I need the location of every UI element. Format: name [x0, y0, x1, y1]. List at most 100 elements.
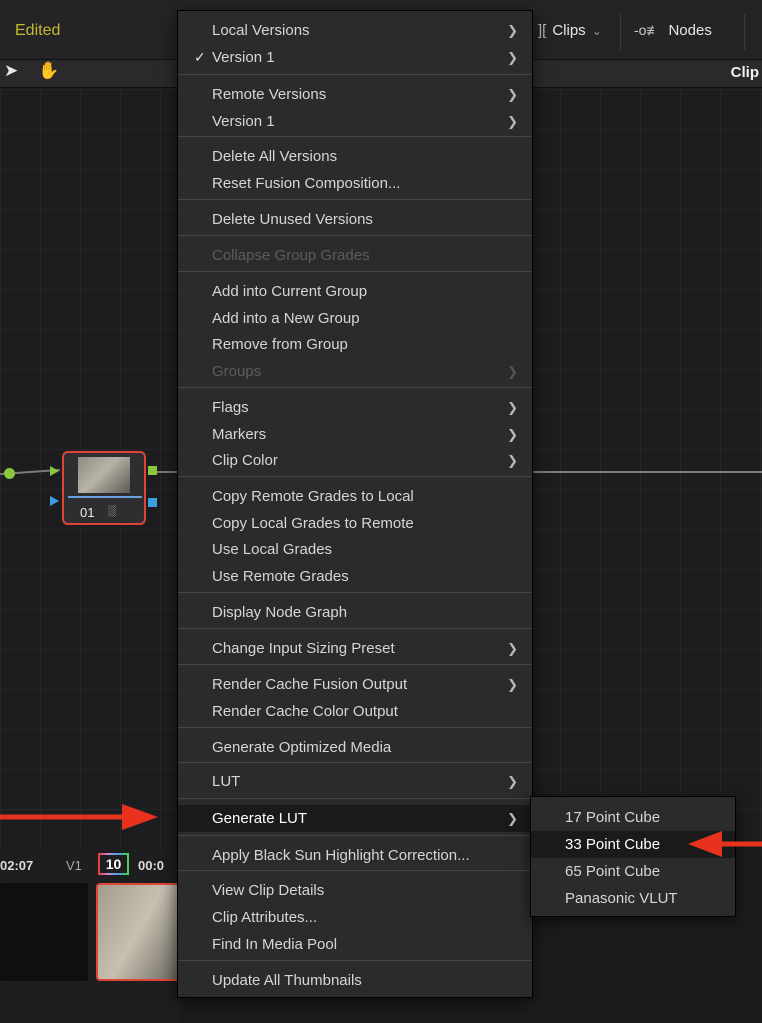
menu-item-display-node-graph[interactable]: Display Node Graph	[178, 599, 532, 626]
menu-separator	[178, 798, 532, 799]
clip-thumbnail[interactable]	[0, 883, 88, 981]
node-output-connection	[533, 471, 762, 473]
clips-dropdown-button[interactable]: ][Clips ⌄	[538, 22, 602, 39]
clips-label: Clips	[552, 22, 586, 39]
menu-item-label: Clip Color	[212, 452, 278, 469]
edited-status: Edited	[15, 22, 61, 39]
menu-item-render-cache-color-output[interactable]: Render Cache Color Output	[178, 698, 532, 725]
menu-item-copy-local-grades-to-remote[interactable]: Copy Local Grades to Remote	[178, 510, 532, 537]
corrector-node[interactable]: 01 ░	[62, 451, 146, 525]
menu-item-label: Update All Thumbnails	[212, 972, 362, 989]
menu-item-label: Copy Local Grades to Remote	[212, 515, 414, 532]
menu-item-label: View Clip Details	[212, 882, 325, 899]
source-port-icon[interactable]	[4, 468, 15, 479]
rgb-output-icon[interactable]	[148, 466, 157, 475]
chevron-right-icon: ❯	[507, 400, 518, 415]
menu-item-version-1[interactable]: Version 1 ❯	[178, 108, 532, 135]
clip-number-badge: 10	[98, 853, 129, 875]
nodes-button[interactable]: -o≢ Nodes	[634, 22, 712, 39]
menu-separator	[178, 387, 532, 388]
menu-item-lut[interactable]: LUT ❯	[178, 768, 532, 795]
menu-item-label: Use Remote Grades	[212, 568, 349, 585]
toolbar-divider	[744, 14, 745, 50]
menu-item-label: Clip Attributes...	[212, 909, 318, 926]
selected-clip-thumbnail[interactable]	[96, 883, 180, 981]
submenu-item-65-point-cube[interactable]: 65 Point Cube	[531, 858, 735, 885]
menu-item-groups: Groups ❯	[178, 358, 532, 385]
key-output-icon[interactable]	[148, 498, 157, 507]
menu-item-label: Groups	[212, 363, 262, 380]
menu-item-label: Generate LUT	[212, 810, 308, 827]
menu-separator	[178, 835, 532, 836]
menu-item-label: Display Node Graph	[212, 604, 348, 621]
track-label: V1	[66, 858, 82, 873]
toolbar-divider	[620, 14, 621, 50]
menu-item-clip-attributes[interactable]: Clip Attributes...	[178, 904, 532, 931]
chevron-right-icon: ❯	[507, 23, 518, 38]
menu-item-use-local-grades[interactable]: Use Local Grades	[178, 536, 532, 563]
menu-item-add-into-current-group[interactable]: Add into Current Group	[178, 278, 532, 305]
menu-item-collapse-group-grades: Collapse Group Grades	[178, 242, 532, 269]
key-input-icon[interactable]	[50, 496, 59, 506]
menu-item-reset-fusion-composition[interactable]: Reset Fusion Composition...	[178, 170, 532, 197]
chevron-right-icon: ❯	[507, 453, 518, 468]
menu-item-add-into-a-new-group[interactable]: Add into a New Group	[178, 305, 532, 332]
clip-mode-label[interactable]: Clip	[731, 64, 759, 81]
menu-item-label: Version 1	[212, 49, 275, 66]
nodes-icon: -o≢	[634, 22, 661, 38]
menu-item-use-remote-grades[interactable]: Use Remote Grades	[178, 563, 532, 590]
menu-item-flags[interactable]: Flags ❯	[178, 394, 532, 421]
menu-item-generate-lut[interactable]: Generate LUT ❯	[178, 805, 532, 832]
menu-item-label: Local Versions	[212, 22, 310, 39]
menu-item-remove-from-group[interactable]: Remove from Group	[178, 331, 532, 358]
menu-item-label: Version 1	[212, 113, 275, 130]
menu-item-label: Render Cache Fusion Output	[212, 676, 408, 693]
clip-timecode: 02:07	[0, 858, 34, 873]
menu-item-remote-versions[interactable]: Remote Versions ❯	[178, 81, 532, 108]
menu-item-apply-black-sun-highlight-correction[interactable]: Apply Black Sun Highlight Correction...	[178, 842, 532, 869]
chevron-down-icon: ⌄	[591, 24, 602, 38]
submenu-item-17-point-cube[interactable]: 17 Point Cube	[531, 804, 735, 831]
menu-item-label: Collapse Group Grades	[212, 247, 370, 264]
menu-item-delete-all-versions[interactable]: Delete All Versions	[178, 143, 532, 170]
menu-item-find-in-media-pool[interactable]: Find In Media Pool	[178, 931, 532, 958]
node-thumbnail	[78, 457, 130, 493]
chevron-right-icon: ❯	[507, 50, 518, 65]
menu-item-generate-optimized-media[interactable]: Generate Optimized Media	[178, 734, 532, 761]
menu-item-label: Delete Unused Versions	[212, 211, 373, 228]
menu-item-label: Copy Remote Grades to Local	[212, 488, 414, 505]
menu-item-label: Markers	[212, 426, 267, 443]
submenu-item-panasonic-vlut[interactable]: Panasonic VLUT	[531, 885, 735, 912]
menu-item-label: Remove from Group	[212, 336, 348, 353]
menu-item-render-cache-fusion-output[interactable]: Render Cache Fusion Output ❯	[178, 671, 532, 698]
menu-item-label: Render Cache Color Output	[212, 703, 398, 720]
node-number: 01	[80, 505, 95, 520]
chevron-right-icon: ❯	[507, 641, 518, 656]
chevron-right-icon: ❯	[507, 87, 518, 102]
menu-item-view-clip-details[interactable]: View Clip Details	[178, 877, 532, 904]
pointer-tool-icon[interactable]: ➤	[4, 61, 18, 81]
menu-separator	[178, 476, 532, 477]
menu-separator	[178, 136, 532, 137]
menu-item-clip-color[interactable]: Clip Color ❯	[178, 447, 532, 474]
menu-item-delete-unused-versions[interactable]: Delete Unused Versions	[178, 206, 532, 233]
menu-item-label: Flags	[212, 399, 249, 416]
context-menu: Local Versions ❯ ✓ Version 1 ❯ Remote Version…	[177, 10, 533, 998]
chevron-right-icon: ❯	[507, 774, 518, 789]
menu-item-version-1[interactable]: ✓ Version 1 ❯	[178, 44, 532, 71]
menu-item-change-input-sizing-preset[interactable]: Change Input Sizing Preset ❯	[178, 635, 532, 662]
menu-separator	[178, 628, 532, 629]
hand-tool-icon[interactable]: ✋	[38, 61, 59, 81]
menu-separator	[178, 235, 532, 236]
chevron-right-icon: ❯	[507, 114, 518, 129]
menu-item-update-all-thumbnails[interactable]: Update All Thumbnails	[178, 967, 532, 994]
chevron-right-icon: ❯	[507, 364, 518, 379]
chevron-right-icon: ❯	[507, 427, 518, 442]
menu-item-label: Add into a New Group	[212, 310, 360, 327]
rgb-input-icon[interactable]	[50, 466, 59, 476]
chevron-right-icon: ❯	[507, 811, 518, 826]
menu-item-local-versions[interactable]: Local Versions ❯	[178, 17, 532, 44]
menu-separator	[178, 199, 532, 200]
menu-item-markers[interactable]: Markers ❯	[178, 421, 532, 448]
menu-item-copy-remote-grades-to-local[interactable]: Copy Remote Grades to Local	[178, 483, 532, 510]
